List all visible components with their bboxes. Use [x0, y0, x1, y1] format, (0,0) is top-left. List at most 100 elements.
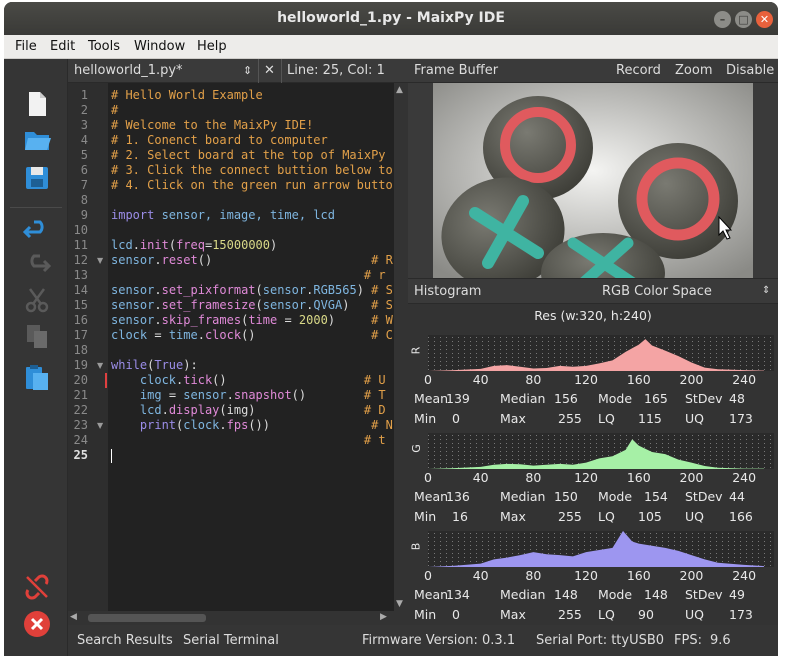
save-icon[interactable]	[22, 163, 52, 193]
new-file-icon[interactable]	[22, 89, 52, 119]
code-line: sensor.set_framesize(sensor.QVGA) # S	[111, 298, 393, 312]
uq-value: 173	[729, 607, 753, 622]
mode-label: Mode	[598, 391, 633, 406]
stdev-label: StDev	[685, 391, 723, 406]
mode-label: Mode	[598, 489, 633, 504]
min-label: Min	[414, 411, 437, 426]
code-line	[111, 448, 112, 463]
fold-marker-icon[interactable]: ▼	[97, 361, 103, 370]
line-number: 9	[80, 208, 88, 222]
x-tick-label: 240	[732, 470, 757, 485]
maximize-button[interactable]: □	[735, 11, 752, 28]
scroll-down-icon[interactable]: ▼	[396, 599, 403, 609]
minimize-button[interactable]: –	[714, 11, 731, 28]
disconnect-icon[interactable]	[22, 572, 52, 602]
max-value: 255	[558, 509, 582, 524]
x-tick-label: 120	[574, 470, 598, 485]
min-value: 0	[452, 607, 460, 622]
zoom-button[interactable]: Zoom	[675, 63, 712, 78]
undo-icon[interactable]	[22, 215, 52, 245]
x-tick-label: 40	[472, 372, 489, 387]
editor-file-tab[interactable]: helloworld_1.py*	[74, 63, 183, 78]
code-line: # 4. Click on the green run arrow butto	[111, 178, 393, 192]
x-tick-label: 160	[626, 568, 651, 583]
line-number: 21	[73, 388, 88, 402]
code-line: clock = time.clock() # C	[111, 328, 393, 342]
code-line: # 2. Select board at the top of MaixPy	[111, 148, 386, 162]
open-folder-icon[interactable]	[22, 125, 52, 155]
mode-label: Mode	[598, 587, 633, 602]
line-number: 4	[80, 133, 88, 147]
stop-icon[interactable]	[22, 609, 52, 639]
menu-file[interactable]: File	[15, 39, 37, 54]
modified-line-marker	[105, 373, 107, 388]
max-label: Max	[500, 509, 526, 524]
firmware-version: Firmware Version: 0.3.1	[362, 633, 516, 648]
lq-value: 115	[638, 411, 662, 426]
scroll-left-icon[interactable]: ◀	[70, 612, 77, 622]
lq-label: LQ	[598, 607, 615, 622]
code-area[interactable]: # Hello World Example # # Welcome to the M…	[111, 83, 394, 611]
fps-value: 9.6	[710, 633, 731, 648]
menu-window[interactable]: Window	[134, 39, 185, 54]
scroll-right-icon[interactable]: ▶	[380, 612, 387, 622]
code-editor[interactable]: 1 2 3 4 5 6 7 8 9 10 11 12 ▼ 13 14 15 16 17 18 19 ▼ 20 21 22 23 ▼…	[68, 83, 408, 611]
line-number: 22	[73, 403, 88, 417]
line-number: 13	[73, 268, 88, 282]
mode-value: 165	[644, 391, 668, 406]
fold-marker-icon[interactable]: ▼	[97, 256, 103, 265]
x-tick-label: 40	[472, 568, 489, 583]
serial-terminal-tab[interactable]: Serial Terminal	[183, 633, 279, 648]
menu-tools[interactable]: Tools	[88, 39, 120, 54]
code-line: sensor.set_pixformat(sensor.RGB565) # S	[111, 283, 393, 297]
line-number: 3	[80, 118, 88, 132]
uq-value: 173	[729, 411, 753, 426]
menu-edit[interactable]: Edit	[50, 39, 75, 54]
search-results-tab[interactable]: Search Results	[77, 633, 173, 648]
x-tick-label: 160	[626, 470, 651, 485]
stdev-label: StDev	[685, 587, 723, 602]
histogram-channel-g: G 0 40 80 120 160 200 240 Mean 136 Median 150 Mode 15…	[408, 426, 778, 524]
x-tick-label: 40	[472, 470, 489, 485]
line-number: 10	[73, 223, 88, 237]
status-bar: Search Results Serial Terminal Firmware …	[68, 625, 778, 656]
color-space-select[interactable]: RGB Color Space	[602, 284, 712, 299]
file-switcher-icon[interactable]: ⇕	[243, 64, 252, 77]
fold-marker-icon[interactable]: ▼	[97, 421, 103, 430]
median-label: Median	[500, 489, 546, 504]
close-button[interactable]: ✕	[756, 11, 773, 28]
code-line: # 1. Conenct board to computer	[111, 133, 328, 147]
line-number: 24	[73, 433, 88, 447]
paste-icon[interactable]	[22, 363, 52, 393]
color-space-dropdown-icon[interactable]: ⇕	[762, 285, 770, 296]
lq-label: LQ	[598, 509, 615, 524]
horizontal-scroll-thumb[interactable]	[88, 614, 206, 622]
editor-horizontal-scrollbar[interactable]: ◀ ▶	[68, 611, 408, 625]
histogram-header: Histogram RGB Color Space ⇕	[408, 278, 778, 304]
editor-vertical-scrollbar[interactable]: ▲ ▼	[394, 83, 408, 611]
lq-label: LQ	[598, 411, 615, 426]
stdev-value: 48	[729, 391, 745, 406]
code-line: print(clock.fps()) # N	[139, 418, 393, 432]
max-value: 255	[558, 411, 582, 426]
record-button[interactable]: Record	[616, 63, 661, 78]
line-number: 16	[73, 313, 88, 327]
max-value: 255	[558, 607, 582, 622]
disable-button[interactable]: Disable	[726, 63, 774, 78]
scroll-up-icon[interactable]: ▲	[396, 85, 403, 95]
stdev-label: StDev	[685, 489, 723, 504]
menu-help[interactable]: Help	[197, 39, 227, 54]
frame-buffer-label: Frame Buffer	[414, 63, 499, 78]
code-line: clock.tick() # U	[139, 373, 386, 387]
x-tick-label: 200	[679, 470, 704, 485]
min-value: 0	[452, 411, 460, 426]
mode-value: 154	[644, 489, 668, 504]
line-number: 12	[73, 253, 88, 267]
editor-tab-bar: helloworld_1.py* ⇕ ✕ Line: 25, Col: 1	[68, 59, 408, 83]
close-tab-icon[interactable]: ✕	[264, 63, 275, 78]
line-number: 1	[80, 88, 88, 102]
x-tick-label: 0	[424, 568, 432, 583]
ide-window: helloworld_1.py - MaixPy IDE – □ ✕ File …	[4, 2, 778, 656]
code-line: sensor.skip_frames(time = 2000) # W	[111, 313, 393, 327]
uq-label: UQ	[685, 509, 704, 524]
